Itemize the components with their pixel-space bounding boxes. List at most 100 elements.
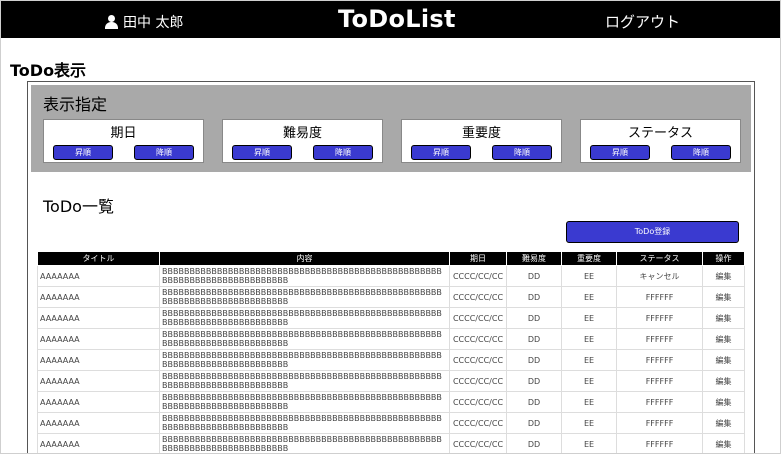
- cell-status: FFFFFF: [616, 286, 703, 308]
- cell-content: BBBBBBBBBBBBBBBBBBBBBBBBBBBBBBBBBBBBBBBB…: [159, 370, 450, 392]
- sort-group-label: 期日: [110, 126, 137, 141]
- cell-difficulty: DD: [506, 370, 562, 392]
- cell-content: BBBBBBBBBBBBBBBBBBBBBBBBBBBBBBBBBBBBBBBB…: [159, 391, 450, 413]
- cell-difficulty: DD: [506, 349, 562, 371]
- cell-status: FFFFFF: [616, 433, 703, 453]
- cell-difficulty: DD: [506, 286, 562, 308]
- cell-content: BBBBBBBBBBBBBBBBBBBBBBBBBBBBBBBBBBBBBBBB…: [159, 328, 450, 350]
- cell-difficulty: DD: [506, 412, 562, 434]
- column-header-difficulty: 難易度: [506, 251, 562, 266]
- sort-importance-asc-button[interactable]: 昇順: [411, 145, 471, 160]
- cell-importance: EE: [561, 433, 617, 453]
- todo-table: タイトル 内容 期日 難易度 重要度 ステータス 操作 AAAAAAA BBBBB…: [37, 251, 745, 453]
- todo-panel: 表示指定 期日 昇順 降順 難易度 昇順 降順 重要度 昇順 降順 ステータス …: [27, 81, 755, 453]
- sort-importance-desc-button[interactable]: 降順: [492, 145, 552, 160]
- sort-group-due: 期日 昇順 降順: [43, 119, 204, 163]
- cell-status: FFFFFF: [616, 328, 703, 350]
- edit-link[interactable]: 編集: [702, 433, 745, 453]
- column-header-action: 操作: [702, 251, 745, 266]
- column-header-importance: 重要度: [561, 251, 617, 266]
- todo-list-title: ToDo一覧: [43, 197, 114, 216]
- edit-link[interactable]: 編集: [702, 307, 745, 329]
- edit-link[interactable]: 編集: [702, 370, 745, 392]
- cell-content: BBBBBBBBBBBBBBBBBBBBBBBBBBBBBBBBBBBBBBBB…: [159, 349, 450, 371]
- sort-group-importance: 重要度 昇順 降順: [401, 119, 562, 163]
- cell-status: FFFFFF: [616, 349, 703, 371]
- cell-importance: EE: [561, 286, 617, 308]
- cell-due: CCCC/CC/CC: [449, 370, 507, 392]
- cell-importance: EE: [561, 349, 617, 371]
- cell-title: AAAAAAA: [37, 265, 160, 287]
- cell-importance: EE: [561, 391, 617, 413]
- cell-title: AAAAAAA: [37, 328, 160, 350]
- column-header-content: 内容: [159, 251, 450, 266]
- sort-difficulty-desc-button[interactable]: 降順: [313, 145, 373, 160]
- sort-group-label: 難易度: [282, 126, 322, 141]
- cell-due: CCCC/CC/CC: [449, 433, 507, 453]
- header-bar: 田中 太郎 ToDoList ログアウト: [1, 1, 780, 38]
- sort-difficulty-asc-button[interactable]: 昇順: [232, 145, 292, 160]
- column-header-due: 期日: [449, 251, 507, 266]
- column-header-status: ステータス: [616, 251, 703, 266]
- cell-status: FFFFFF: [616, 307, 703, 329]
- edit-link[interactable]: 編集: [702, 328, 745, 350]
- cell-title: AAAAAAA: [37, 307, 160, 329]
- cell-difficulty: DD: [506, 391, 562, 413]
- cell-importance: EE: [561, 328, 617, 350]
- edit-link[interactable]: 編集: [702, 391, 745, 413]
- sort-due-asc-button[interactable]: 昇順: [53, 145, 113, 160]
- user-info: 田中 太郎: [105, 12, 183, 32]
- sort-status-desc-button[interactable]: 降順: [671, 145, 731, 160]
- cell-title: AAAAAAA: [37, 370, 160, 392]
- todo-register-button[interactable]: ToDo登録: [566, 221, 739, 243]
- sort-filter-section: 表示指定 期日 昇順 降順 難易度 昇順 降順 重要度 昇順 降順 ステータス …: [31, 85, 751, 172]
- cell-importance: EE: [561, 265, 617, 287]
- sort-status-asc-button[interactable]: 昇順: [590, 145, 650, 160]
- table-row: AAAAAAA BBBBBBBBBBBBBBBBBBBBBBBBBBBBBBBBB…: [37, 328, 745, 350]
- cell-content: BBBBBBBBBBBBBBBBBBBBBBBBBBBBBBBBBBBBBBBB…: [159, 286, 450, 308]
- table-row: AAAAAAA BBBBBBBBBBBBBBBBBBBBBBBBBBBBBBBBB…: [37, 412, 745, 434]
- sort-due-desc-button[interactable]: 降順: [134, 145, 194, 160]
- edit-link[interactable]: 編集: [702, 286, 745, 308]
- sort-group-label: ステータス: [627, 126, 693, 141]
- cell-content: BBBBBBBBBBBBBBBBBBBBBBBBBBBBBBBBBBBBBBBB…: [159, 307, 450, 329]
- page-title: ToDo表示: [10, 61, 87, 80]
- table-row: AAAAAAA BBBBBBBBBBBBBBBBBBBBBBBBBBBBBBBBB…: [37, 391, 745, 413]
- cell-difficulty: DD: [506, 307, 562, 329]
- logout-link[interactable]: ログアウト: [605, 11, 680, 32]
- cell-due: CCCC/CC/CC: [449, 286, 507, 308]
- cell-due: CCCC/CC/CC: [449, 307, 507, 329]
- user-name: 田中 太郎: [123, 15, 184, 31]
- cell-due: CCCC/CC/CC: [449, 391, 507, 413]
- cell-title: AAAAAAA: [37, 412, 160, 434]
- cell-status: キャンセル: [616, 265, 703, 287]
- cell-difficulty: DD: [506, 265, 562, 287]
- cell-status: FFFFFF: [616, 391, 703, 413]
- table-row: AAAAAAA BBBBBBBBBBBBBBBBBBBBBBBBBBBBBBBBB…: [37, 433, 745, 453]
- table-header-row: タイトル 内容 期日 難易度 重要度 ステータス 操作: [37, 251, 745, 266]
- edit-link[interactable]: 編集: [702, 265, 745, 287]
- sort-filter-title: 表示指定: [43, 95, 108, 114]
- cell-due: CCCC/CC/CC: [449, 412, 507, 434]
- cell-due: CCCC/CC/CC: [449, 328, 507, 350]
- sort-group-label: 重要度: [461, 126, 501, 141]
- cell-importance: EE: [561, 412, 617, 434]
- cell-importance: EE: [561, 307, 617, 329]
- cell-due: CCCC/CC/CC: [449, 349, 507, 371]
- cell-title: AAAAAAA: [37, 433, 160, 453]
- cell-status: FFFFFF: [616, 412, 703, 434]
- table-row: AAAAAAA BBBBBBBBBBBBBBBBBBBBBBBBBBBBBBBBB…: [37, 349, 745, 371]
- cell-difficulty: DD: [506, 328, 562, 350]
- cell-content: BBBBBBBBBBBBBBBBBBBBBBBBBBBBBBBBBBBBBBBB…: [159, 412, 450, 434]
- edit-link[interactable]: 編集: [702, 349, 745, 371]
- column-header-title: タイトル: [37, 251, 160, 266]
- page-frame: 田中 太郎 ToDoList ログアウト ToDo表示 表示指定 期日 昇順 降…: [0, 0, 781, 454]
- edit-link[interactable]: 編集: [702, 412, 745, 434]
- table-row: AAAAAAA BBBBBBBBBBBBBBBBBBBBBBBBBBBBBBBBB…: [37, 370, 745, 392]
- cell-content: BBBBBBBBBBBBBBBBBBBBBBBBBBBBBBBBBBBBBBBB…: [159, 433, 450, 453]
- table-row: AAAAAAA BBBBBBBBBBBBBBBBBBBBBBBBBBBBBBBBB…: [37, 307, 745, 329]
- cell-content: BBBBBBBBBBBBBBBBBBBBBBBBBBBBBBBBBBBBBBBB…: [159, 265, 450, 287]
- cell-title: AAAAAAA: [37, 286, 160, 308]
- table-row: AAAAAAA BBBBBBBBBBBBBBBBBBBBBBBBBBBBBBBBB…: [37, 286, 745, 308]
- cell-importance: EE: [561, 370, 617, 392]
